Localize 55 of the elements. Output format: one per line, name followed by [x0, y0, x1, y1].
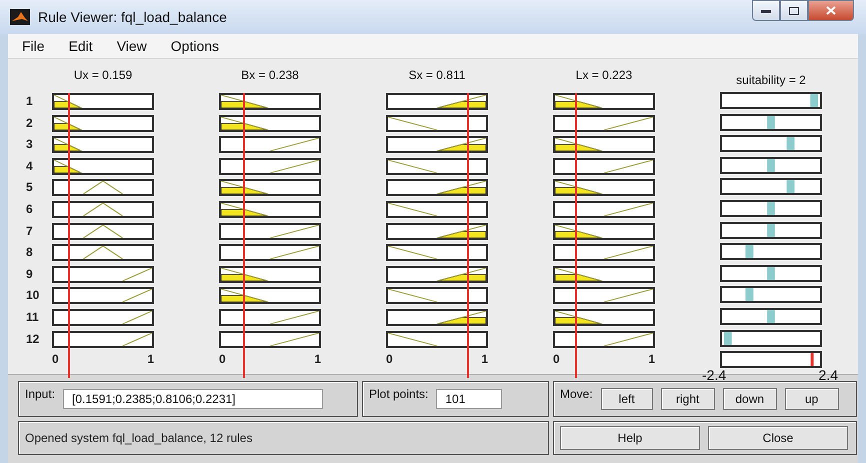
axis-label: 1 — [314, 352, 321, 366]
input-value-line[interactable] — [68, 93, 70, 378]
rule-number: 8 — [25, 244, 34, 262]
app-logo-icon — [10, 9, 30, 25]
move-label: Move: — [560, 387, 593, 401]
move-button[interactable]: right — [660, 388, 715, 410]
close-icon — [826, 6, 836, 15]
rule-number: 10 — [25, 287, 40, 304]
menu-item[interactable]: Options — [170, 38, 220, 54]
move-button[interactable]: left — [600, 388, 653, 410]
action-button[interactable]: Close — [708, 426, 848, 450]
close-button[interactable] — [808, 0, 854, 21]
rule-number: 5 — [25, 179, 34, 196]
rule-number: 3 — [25, 136, 34, 154]
rule-number: 11 — [25, 308, 40, 326]
move-button[interactable]: down — [722, 388, 777, 410]
action-button[interactable]: Help — [560, 426, 700, 450]
rule-number: 2 — [25, 114, 34, 132]
input-value-line[interactable] — [242, 93, 245, 378]
minimize-icon — [761, 8, 771, 12]
input-label: Lx = 0.223 — [574, 68, 634, 84]
maximize-button[interactable] — [780, 0, 808, 21]
axis-label: 1 — [147, 352, 154, 366]
axis-label: 0 — [52, 352, 59, 366]
input-label: Bx = 0.238 — [240, 68, 300, 84]
rule-number: 9 — [25, 266, 34, 283]
input-value-line[interactable] — [575, 93, 578, 378]
input-label: Ux = 0.159 — [72, 68, 134, 84]
axis-label: 0 — [386, 352, 393, 366]
plot-points-field[interactable]: 101 — [436, 389, 502, 409]
axis-label: 1 — [648, 352, 655, 366]
menu-item[interactable]: File — [22, 38, 45, 54]
input-value-line[interactable] — [467, 93, 470, 378]
move-button[interactable]: up — [784, 388, 839, 410]
menu-item[interactable]: Edit — [68, 38, 93, 54]
output-label: suitability = 2 — [735, 72, 807, 89]
rule-number: 4 — [25, 158, 34, 175]
rule-number: 1 — [25, 93, 34, 110]
axis-label: 2.4 — [818, 368, 838, 382]
rule-number: 6 — [25, 200, 34, 218]
status-message: Opened system fql_load_balance, 12 rules — [25, 431, 252, 445]
axis-label: 0 — [219, 352, 226, 366]
minimize-button[interactable] — [752, 0, 780, 21]
input-field[interactable]: [0.1591;0.2385;0.8106;0.2231] — [63, 389, 324, 409]
plot-points-label: Plot points: — [369, 387, 428, 401]
window-title: Rule Viewer: fql_load_balance — [38, 9, 227, 25]
input-label-text: Input: — [25, 387, 56, 401]
maximize-icon — [789, 6, 799, 14]
axis-label: 1 — [481, 352, 488, 366]
axis-label: -2.4 — [702, 368, 726, 382]
rule-number: 7 — [25, 222, 34, 240]
rule-number: 12 — [25, 330, 40, 348]
menu-item[interactable]: View — [116, 38, 147, 54]
axis-label: 0 — [553, 352, 560, 366]
input-label: Sx = 0.811 — [408, 68, 466, 84]
